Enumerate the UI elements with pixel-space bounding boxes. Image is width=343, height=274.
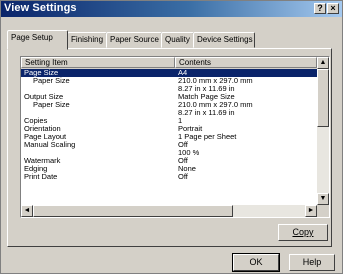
list-item[interactable]: Paper Size 210.0 mm x 297.0 mm [21, 101, 317, 109]
tab-paper-source[interactable]: Paper Source [106, 32, 162, 48]
tab-quality[interactable]: Quality [161, 32, 194, 48]
list-item[interactable]: 100 % [21, 149, 317, 157]
horizontal-scroll-thumb[interactable] [33, 205, 233, 217]
ok-button[interactable]: OK [232, 253, 280, 272]
column-header-setting-item[interactable]: Setting Item [21, 57, 175, 68]
settings-list[interactable]: Setting Item Contents Page Size A4 Paper … [20, 56, 330, 218]
scroll-down-arrow-icon[interactable]: ▼ [317, 193, 329, 205]
vertical-scrollbar[interactable]: ▲ ▼ [317, 57, 329, 205]
list-item[interactable]: Watermark Off [21, 157, 317, 165]
vertical-scroll-thumb[interactable] [317, 69, 329, 127]
view-settings-dialog: View Settings ? × Page Setup Finishing P… [0, 0, 343, 274]
title-bar[interactable]: View Settings ? × [1, 1, 342, 17]
setting-item-label: Paper Size [33, 100, 70, 109]
list-item[interactable]: 8.27 in x 11.69 in [21, 85, 317, 93]
setting-item-label: Manual Scaling [24, 140, 76, 149]
list-item[interactable]: Paper Size 210.0 mm x 297.0 mm [21, 77, 317, 85]
scroll-right-arrow-icon[interactable]: ► [305, 205, 317, 217]
help-icon[interactable]: ? [314, 3, 326, 14]
scroll-left-arrow-icon[interactable]: ◄ [21, 205, 33, 217]
help-button[interactable]: Help [289, 254, 335, 271]
scroll-up-arrow-icon[interactable]: ▲ [317, 57, 329, 69]
list-item[interactable]: Manual Scaling Off [21, 141, 317, 149]
list-item[interactable]: Edging None [21, 165, 317, 173]
list-item[interactable]: Print Date Off [21, 173, 317, 181]
setting-contents: Off [178, 172, 188, 181]
tab-finishing[interactable]: Finishing [67, 32, 107, 48]
window-title: View Settings [4, 2, 77, 14]
close-icon[interactable]: × [327, 3, 339, 14]
column-header-contents[interactable]: Contents [175, 57, 317, 68]
horizontal-scrollbar[interactable]: ◄ ► [21, 205, 317, 217]
scrollbar-corner [317, 205, 329, 217]
list-item[interactable]: Copies 1 [21, 117, 317, 125]
setting-item-label: Paper Size [33, 76, 70, 85]
setting-contents: 8.27 in x 11.69 in [178, 108, 235, 117]
tab-device-settings[interactable]: Device Settings [193, 32, 255, 48]
copy-button-label: Copy [292, 227, 314, 237]
list-header: Setting Item Contents [21, 57, 317, 69]
list-item[interactable]: 8.27 in x 11.69 in [21, 109, 317, 117]
tab-page-setup[interactable]: Page Setup [7, 30, 68, 50]
list-rows: Page Size A4 Paper Size 210.0 mm x 297.0 m… [21, 69, 317, 181]
setting-item-label: Print Date [24, 172, 58, 181]
copy-button[interactable]: Copy [278, 224, 328, 241]
